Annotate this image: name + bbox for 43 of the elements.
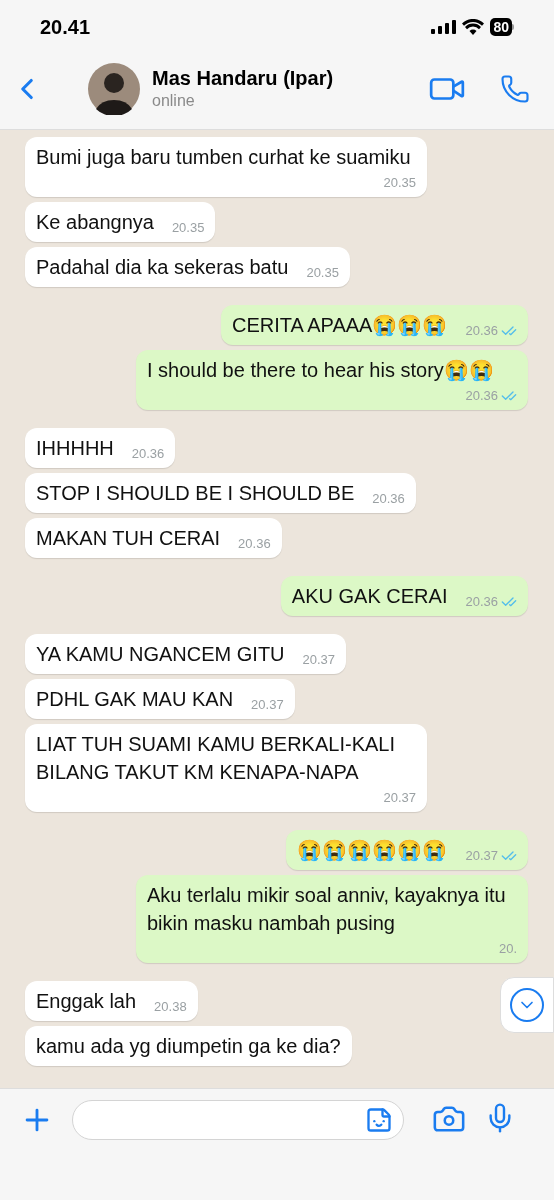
scroll-down-icon[interactable]	[510, 988, 544, 1022]
message-text: Enggak lah	[36, 989, 137, 1014]
message-time: 20.36	[131, 445, 165, 463]
battery-level: 80	[490, 18, 512, 36]
message-text: STOP I SHOULD BE I SHOULD BE	[36, 481, 355, 506]
message-time: 20.37	[302, 651, 336, 669]
message-text: Padahal dia ka sekeras batu	[36, 255, 289, 280]
avatar[interactable]	[88, 62, 140, 115]
wifi-icon	[462, 19, 485, 35]
message-text: Bumi juga baru tumben curhat ke suamiku	[36, 145, 412, 170]
message-text: I should be there to hear his story😭😭	[147, 358, 495, 383]
message-time: 20.37	[251, 696, 284, 714]
message-text: Ke abangnya	[36, 210, 154, 235]
message-text: IHHHHH	[36, 436, 114, 461]
message-text: MAKAN TUH CERAI	[36, 526, 221, 551]
sticker-icon[interactable]	[365, 1106, 393, 1134]
message-time: 20.38	[154, 998, 187, 1016]
message-time: 20.36	[465, 387, 498, 405]
message-time: 20.36	[465, 322, 498, 340]
message-text: LIAT TUH SUAMI KAMU BERKALI-KALI BILANG TAKUT KM KENAPA-NAPA	[36, 732, 396, 785]
call-button[interactable]	[500, 73, 530, 104]
scroll-down-button[interactable]	[500, 977, 554, 1033]
message-text: PDHL GAK MAU KAN	[36, 687, 234, 712]
message-text: YA KAMU NGANCEM GITU	[36, 642, 285, 667]
message-time: 20.36	[238, 535, 271, 553]
contact-status: online	[152, 90, 196, 111]
message-time: 20.	[498, 940, 517, 958]
message-time: 20.36	[372, 490, 405, 508]
contact-name: Mas Handaru (Ipar)	[152, 65, 334, 90]
message-text: Aku terlalu mikir soal anniv, kayaknya itu bikin masku nambah pusing	[147, 883, 507, 936]
message-input[interactable]	[72, 1100, 404, 1140]
message-text: AKU GAK CERAI	[291, 584, 448, 609]
message-text: kamu ada yg diumpetin ga ke dia?	[36, 1034, 341, 1059]
message-time: 20.35	[383, 174, 416, 192]
message-time: 20.35	[306, 264, 339, 282]
status-time: 20.41	[40, 15, 91, 40]
message-time: 20.35	[171, 219, 205, 237]
message-text: 😭😭😭😭😭😭	[297, 838, 448, 863]
signal-icon	[431, 20, 457, 34]
message-time: 20.36	[465, 593, 498, 611]
message-time: 20.37	[383, 789, 416, 807]
message-text: CERITA APAAA😭😭😭	[232, 313, 448, 338]
message-time: 20.37	[465, 847, 498, 865]
